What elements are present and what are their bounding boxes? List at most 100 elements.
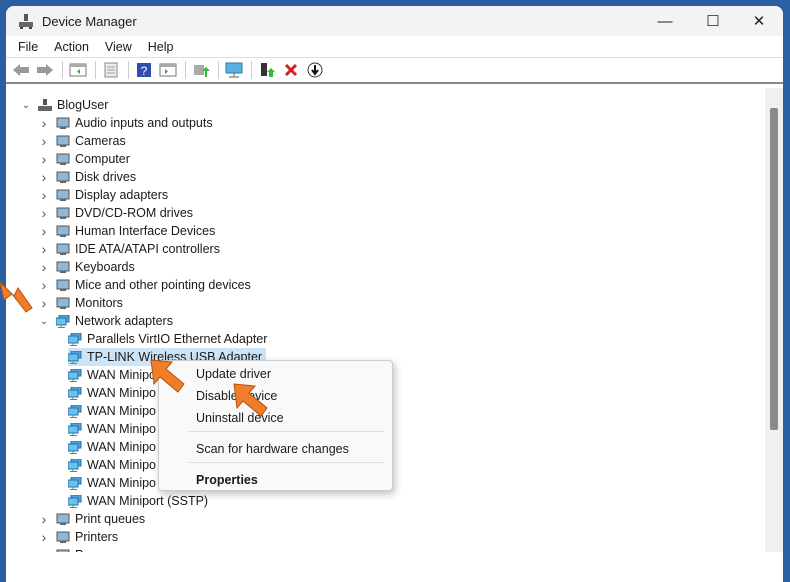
device-category-icon [56,279,70,292]
device-category-icon [56,261,70,274]
menu-action[interactable]: Action [46,40,97,54]
toolbar-separator [185,61,186,79]
action-pane-icon[interactable] [157,60,179,80]
device-category-icon [56,513,70,526]
tree-category[interactable]: › Keyboards [38,258,135,276]
chevron-right-icon[interactable]: › [38,295,50,311]
tree-category[interactable]: › Disk drives [38,168,136,186]
tree-category[interactable]: › Audio inputs and outputs [38,114,213,132]
uninstall-icon[interactable] [280,60,302,80]
tree-item-label: Parallels VirtIO Ethernet Adapter [87,332,268,346]
chevron-right-icon[interactable]: › [38,205,50,221]
scrollbar-thumb[interactable] [770,108,778,430]
tree-category[interactable]: › Processors [38,546,138,552]
tree-device[interactable]: WAN Minipo [67,384,156,402]
toolbar-separator [62,61,63,79]
tree-category[interactable]: › Computer [38,150,130,168]
properties-icon[interactable] [100,60,122,80]
chevron-right-icon[interactable]: › [38,529,50,545]
menu-bar: File Action View Help [6,36,783,58]
tree-item-label: Printers [75,530,119,544]
chevron-right-icon[interactable]: › [38,187,50,203]
tree-device[interactable]: WAN Minipo [67,438,156,456]
menu-help[interactable]: Help [140,40,182,54]
update-driver-icon[interactable] [190,60,212,80]
tree-item-label: Network adapters [75,314,173,328]
chevron-right-icon[interactable]: › [38,223,50,239]
tree-item-label: Disk drives [75,170,137,184]
help-icon[interactable]: ? [133,60,155,80]
tree-device[interactable]: Parallels VirtIO Ethernet Adapter [67,330,268,348]
tree-item-label: WAN Minipo [87,386,156,400]
tree-category[interactable]: › Display adapters [38,186,168,204]
context-menu: Update driver Disable device Uninstall d… [158,360,393,491]
menu-file[interactable]: File [10,40,46,54]
tree-device[interactable]: WAN Miniport (SSTP) [67,492,208,510]
back-icon[interactable] [10,60,32,80]
network-adapter-icon [67,476,82,490]
tree-item-label: Audio inputs and outputs [75,116,213,130]
menu-view[interactable]: View [97,40,140,54]
tree-category[interactable]: › Mice and other pointing devices [38,276,251,294]
tree-item-label: IDE ATA/ATAPI controllers [75,242,220,256]
chevron-right-icon[interactable]: › [38,241,50,257]
tree-device[interactable]: WAN Minipo [67,402,156,420]
vertical-scrollbar[interactable] [765,88,783,552]
tree-device[interactable]: WAN Minipo [67,474,156,492]
toolbar-separator [128,61,129,79]
show-hide-console-tree-icon[interactable] [67,60,89,80]
tree-item-label: Mice and other pointing devices [75,278,251,292]
disable-device-icon[interactable] [304,60,326,80]
network-adapter-icon [67,494,82,508]
enable-device-icon[interactable] [256,60,278,80]
tree-category[interactable]: › IDE ATA/ATAPI controllers [38,240,220,258]
chevron-right-icon[interactable]: › [38,259,50,275]
menu-item-uninstall-device[interactable]: Uninstall device [196,411,284,425]
tree-item-label: WAN Minipo [87,422,156,436]
menu-item-scan-hardware[interactable]: Scan for hardware changes [196,442,349,456]
tree-device[interactable]: WAN Minipo [67,420,156,438]
close-button[interactable]: ✕ [736,6,782,36]
device-category-icon [56,225,70,238]
tree-device[interactable]: WAN Minipo [67,456,156,474]
chevron-right-icon[interactable]: › [38,151,50,167]
tree-category[interactable]: › Printers [38,528,118,546]
scan-hardware-monitor-icon[interactable] [223,60,245,80]
chevron-right-icon[interactable]: › [38,115,50,131]
tree-item-label: WAN Minipo [87,368,156,382]
device-category-icon [56,171,70,184]
tree-item-label: WAN Minipo [87,476,156,490]
chevron-down-icon[interactable]: ⌄ [38,316,50,327]
menu-item-disable-device[interactable]: Disable device [196,389,277,403]
minimize-button[interactable]: — [642,6,688,36]
tree-category-network-adapters[interactable]: ⌄ Network adapters [38,312,173,330]
network-adapter-icon [67,332,82,346]
tree-item-label: Keyboards [75,260,135,274]
tree-item-label: WAN Minipo [87,458,156,472]
chevron-right-icon[interactable]: › [38,169,50,185]
device-category-icon [56,297,70,310]
chevron-right-icon[interactable]: › [38,133,50,149]
chevron-down-icon[interactable]: ⌄ [20,100,32,111]
device-category-icon [56,153,70,166]
network-adapter-icon [67,404,82,418]
menu-item-properties[interactable]: Properties [196,473,258,487]
tree-item-label: Cameras [75,134,126,148]
network-adapter-icon [67,350,82,364]
tree-category[interactable]: › Print queues [38,510,146,528]
tree-category[interactable]: › Monitors [38,294,123,312]
chevron-right-icon[interactable]: › [38,511,50,527]
tree-root[interactable]: ⌄ BlogUser [20,96,109,114]
tree-category[interactable]: › Human Interface Devices [38,222,216,240]
forward-icon[interactable] [34,60,56,80]
toolbar: ? [6,58,783,84]
chevron-right-icon[interactable]: › [38,547,50,552]
menu-item-update-driver[interactable]: Update driver [196,367,271,381]
tree-device[interactable]: WAN Minipo [67,366,156,384]
tree-category[interactable]: › Cameras [38,132,126,150]
device-category-icon [56,531,70,544]
tree-category[interactable]: › DVD/CD-ROM drives [38,204,193,222]
maximize-button[interactable]: ☐ [690,6,736,36]
chevron-right-icon[interactable]: › [38,277,50,293]
device-category-icon [56,117,70,130]
